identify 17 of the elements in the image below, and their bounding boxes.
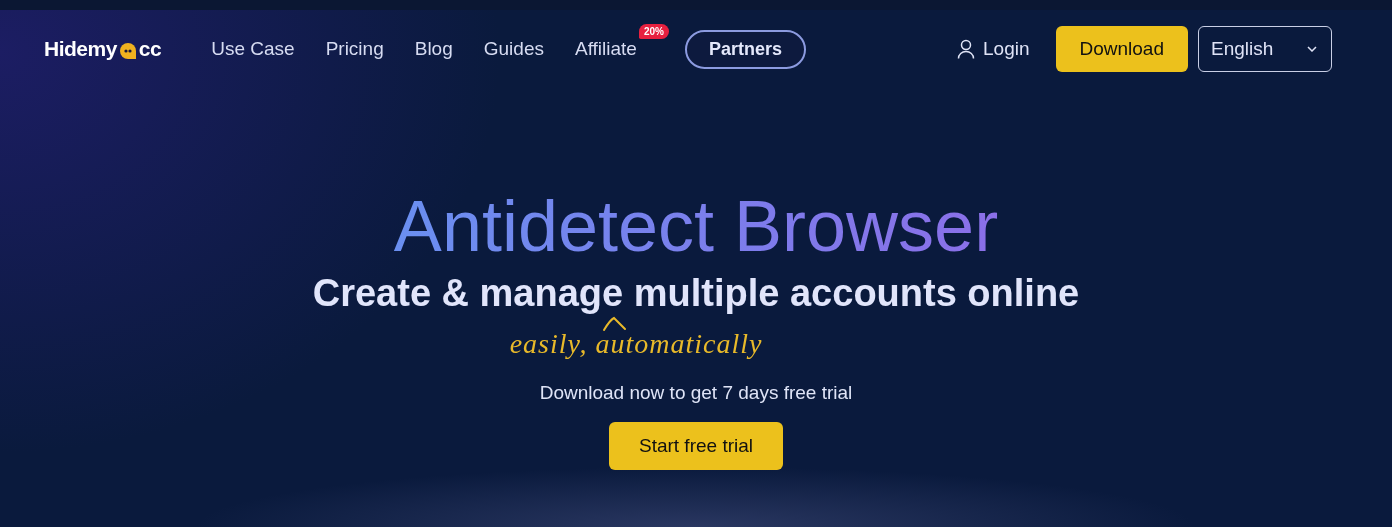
hero-subtitle: Create & manage multiple accounts online	[312, 271, 1080, 316]
caret-mark-icon	[601, 316, 628, 332]
chevron-down-icon	[1307, 46, 1317, 52]
nav-link[interactable]: Use Case	[211, 38, 295, 60]
login-link[interactable]: Login	[957, 38, 1030, 60]
download-button[interactable]: Download	[1055, 26, 1188, 72]
nav-link[interactable]: Guides	[483, 38, 544, 60]
handwritten-text: easily, automatically	[509, 328, 763, 360]
trial-note: Download now to get 7 days free trial	[539, 382, 853, 404]
user-icon	[957, 39, 975, 59]
nav-link[interactable]: Blog	[414, 38, 453, 60]
start-trial-button[interactable]: Start free trial	[608, 422, 783, 470]
nav-link[interactable]: Pricing	[325, 38, 384, 60]
discount-badge: 20%	[638, 24, 669, 39]
partners-button[interactable]: Partners	[684, 29, 806, 69]
logo[interactable]: Hidemy cc	[44, 37, 162, 61]
language-select[interactable]: English	[1198, 26, 1332, 72]
